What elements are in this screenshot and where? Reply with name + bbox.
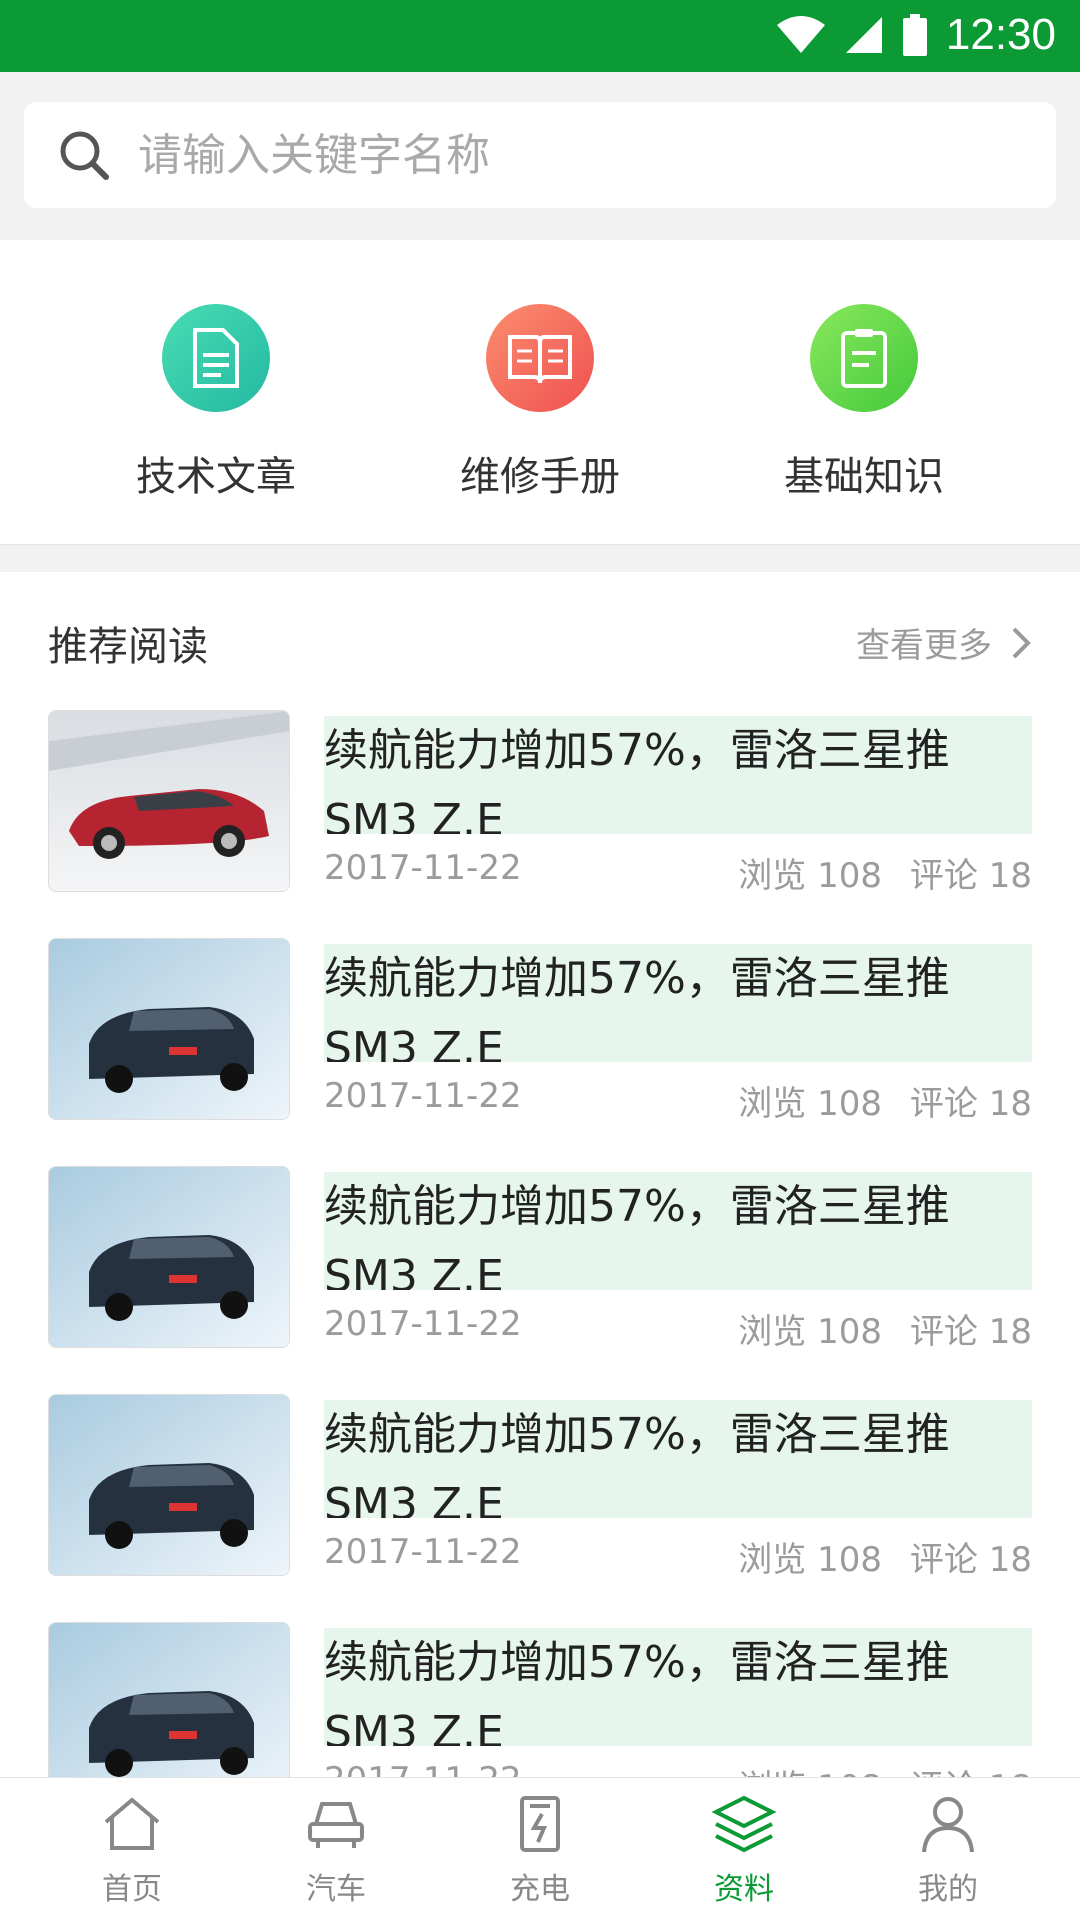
tab-label: 充电 <box>510 1872 570 1907</box>
tab-label: 汽车 <box>306 1872 366 1907</box>
article-title: 续航能力增加57%，雷洛三星推SM3 Z.E <box>324 1400 1032 1518</box>
search-area <box>0 72 1080 240</box>
article-comments: 评论 18 <box>909 1312 1032 1352</box>
article-title: 续航能力增加57%，雷洛三星推SM3 Z.E <box>324 1628 1032 1746</box>
document-icon <box>162 304 270 412</box>
view-more-label: 查看更多 <box>856 626 992 666</box>
category-basic-knowledge[interactable]: 基础知识 <box>754 304 974 502</box>
search-icon <box>60 131 109 180</box>
article-views: 浏览 108 <box>738 1760 882 1778</box>
article-comments: 评论 18 <box>909 856 1032 896</box>
article-thumbnail <box>48 710 290 892</box>
tab-home[interactable]: 首页 <box>52 1794 212 1908</box>
category-repair-manual[interactable]: 维修手册 <box>430 304 650 502</box>
article-date: 2017-11-22 <box>324 1304 522 1344</box>
tab-car[interactable]: 汽车 <box>256 1794 416 1908</box>
article-item[interactable]: 续航能力增加57%，雷洛三星推SM3 Z.E 2017-11-22 浏览 108… <box>48 1166 1032 1352</box>
article-item[interactable]: 续航能力增加57%，雷洛三星推SM3 Z.E 2017-11-22 浏览 108… <box>48 1394 1032 1580</box>
article-date: 2017-11-22 <box>324 848 522 888</box>
battery-icon <box>902 14 927 56</box>
bottom-tab-bar: 首页 汽车 充电 资料 我的 <box>0 1777 1080 1920</box>
tab-profile[interactable]: 我的 <box>868 1794 1028 1908</box>
tab-resources[interactable]: 资料 <box>664 1794 824 1908</box>
tab-label: 资料 <box>714 1872 774 1907</box>
article-views: 浏览 108 <box>738 1312 882 1352</box>
article-title: 续航能力增加57%，雷洛三星推SM3 Z.E <box>324 1172 1032 1290</box>
clipboard-icon <box>810 304 918 412</box>
tab-label: 我的 <box>918 1872 978 1907</box>
article-item[interactable]: 续航能力增加57%，雷洛三星推SM3 Z.E 2017-11-22 浏览 108… <box>48 1622 1032 1778</box>
article-thumbnail <box>48 938 290 1120</box>
article-title: 续航能力增加57%，雷洛三星推SM3 Z.E <box>324 944 1032 1062</box>
article-views: 浏览 108 <box>738 856 882 896</box>
charging-icon <box>520 1796 560 1852</box>
article-title: 续航能力增加57%，雷洛三星推SM3 Z.E <box>324 716 1032 834</box>
article-item[interactable]: 续航能力增加57%，雷洛三星推SM3 Z.E 2017-11-22 浏览 108… <box>48 710 1032 896</box>
article-views: 浏览 108 <box>738 1540 882 1580</box>
article-views: 浏览 108 <box>738 1084 882 1124</box>
article-thumbnail <box>48 1622 290 1778</box>
chevron-right-icon <box>1012 627 1031 658</box>
recommend-section: 推荐阅读 查看更多 续航能力增加57%，雷洛三星推SM3 Z.E 2017-11… <box>0 572 1080 1778</box>
article-date: 2017-11-22 <box>324 1760 522 1778</box>
article-date: 2017-11-22 <box>324 1076 522 1116</box>
article-comments: 评论 18 <box>909 1084 1032 1124</box>
status-time: 12:30 <box>945 10 1056 59</box>
search-box[interactable] <box>24 102 1056 208</box>
status-bar: 12:30 <box>0 0 1080 72</box>
car-icon <box>308 1802 364 1848</box>
category-label: 基础知识 <box>784 454 944 500</box>
signal-icon <box>845 17 882 53</box>
search-input[interactable] <box>136 128 1020 182</box>
category-label: 技术文章 <box>136 454 296 500</box>
layers-icon <box>711 1795 777 1853</box>
recommend-title: 推荐阅读 <box>48 624 208 670</box>
article-thumbnail <box>48 1394 290 1576</box>
tab-charging[interactable]: 充电 <box>460 1794 620 1908</box>
category-tech-articles[interactable]: 技术文章 <box>106 304 326 502</box>
wifi-icon <box>776 16 825 53</box>
tab-label: 首页 <box>102 1872 162 1907</box>
article-item[interactable]: 续航能力增加57%，雷洛三星推SM3 Z.E 2017-11-22 浏览 108… <box>48 938 1032 1124</box>
view-more-link[interactable]: 查看更多 <box>856 618 1032 667</box>
article-thumbnail <box>48 1166 290 1348</box>
article-date: 2017-11-22 <box>324 1532 522 1572</box>
home-icon <box>104 1797 160 1850</box>
article-comments: 评论 18 <box>910 1760 1032 1778</box>
category-label: 维修手册 <box>460 454 620 500</box>
recommend-header: 推荐阅读 查看更多 <box>48 614 1032 674</box>
book-icon <box>486 304 594 412</box>
category-section: 技术文章 维修手册 基础知识 <box>0 240 1080 545</box>
user-icon <box>922 1797 974 1853</box>
article-comments: 评论 18 <box>909 1540 1032 1580</box>
